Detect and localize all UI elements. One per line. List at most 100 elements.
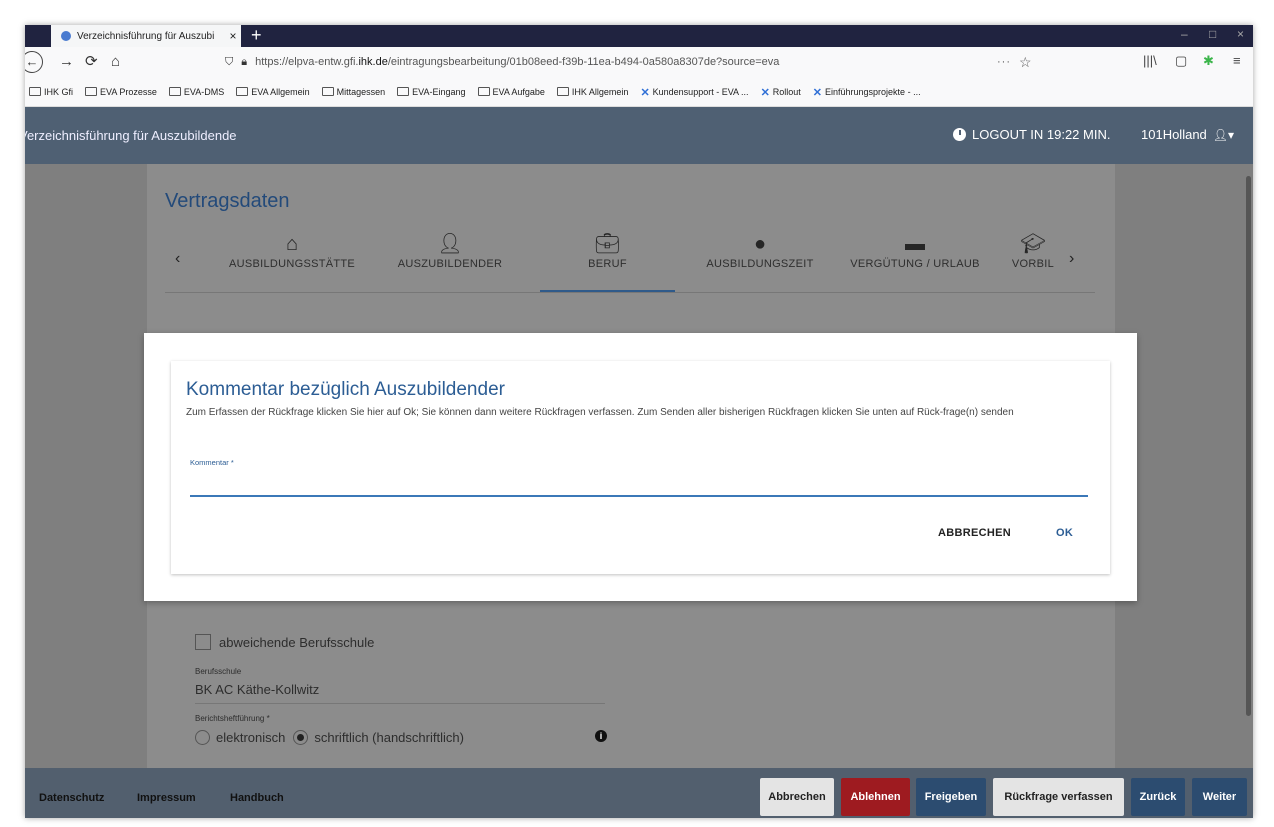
radio-schriftlich[interactable] [293, 730, 309, 745]
comment-dialog: Kommentar bezüglich Auszubildender Zum E… [144, 333, 1137, 601]
dialog-cancel-button[interactable]: ABBRECHEN [938, 527, 1011, 539]
step-vorbildung[interactable]: 🎓︎ VORBIL [1003, 230, 1063, 270]
abweichende-berufsschule-checkbox[interactable]: abweichende Berufsschule [195, 634, 374, 650]
freigeben-button[interactable]: Freigeben [916, 778, 986, 816]
step-ausbildungszeit[interactable]: ● AUSBILDUNGSZEIT [685, 230, 835, 270]
berufsschule-label: Berufsschule [195, 667, 242, 676]
x-logo-icon: ✕ [760, 86, 770, 99]
x-logo-icon: ✕ [812, 86, 823, 99]
bookmark-item[interactable]: EVA-DMS [168, 86, 224, 97]
bookmark-item[interactable]: EVA Aufgabe [477, 86, 545, 97]
forward-arrow-icon[interactable]: → [59, 53, 74, 71]
person-icon: 👤︎ [437, 233, 463, 255]
tab-bar: Verzeichnisführung für Auszubi × + – □ × [25, 25, 1253, 47]
home-icon[interactable]: ⌂ [111, 53, 120, 71]
username: 101Holland [1141, 127, 1207, 142]
bookmark-item[interactable]: IHK Gfi [29, 86, 73, 97]
url-text: https://elpva-entw.gfi.ihk.de/eintragung… [255, 56, 780, 68]
logout-text: LOGOUT IN 19:22 MIN. [972, 127, 1111, 142]
menu-icon[interactable]: ≡ [1233, 53, 1241, 68]
folder-icon [477, 86, 490, 96]
step-ausbildungsstaette[interactable]: ⌂ AUSBILDUNGSSTÄTTE [217, 230, 367, 270]
url-bar[interactable]: ⛉ 🔒︎ https://elpva-entw.gfi.ihk.de/eintr… [225, 51, 1032, 73]
dialog-title: Kommentar bezüglich Auszubildender [186, 379, 505, 400]
bookmark-item[interactable]: Mittagessen [321, 86, 385, 97]
page-actions-icon[interactable]: ··· [997, 56, 1011, 68]
back-arrow-icon[interactable]: ← [25, 51, 43, 73]
bookmark-item[interactable]: ✕ Einführungsprojekte - ... [813, 86, 921, 99]
bookmark-item[interactable]: ✕ Kundensupport - EVA ... [640, 86, 748, 99]
handbuch-link[interactable]: Handbuch [230, 792, 284, 804]
close-window-button[interactable]: × [1237, 27, 1244, 41]
favicon-icon [61, 31, 71, 41]
dialog-ok-button[interactable]: OK [1056, 527, 1073, 539]
scrollbar[interactable] [1246, 176, 1251, 716]
shield-icon: ⛉ [225, 55, 234, 68]
kommentar-label: Kommentar * [190, 458, 234, 467]
navigation-bar: ← → ⟳ ⌂ ⛉ 🔒︎ https://elpva-entw.gfi.ihk.… [25, 47, 1253, 78]
dialog-card: Kommentar bezüglich Auszubildender Zum E… [171, 361, 1110, 574]
step-verguetung-urlaub[interactable]: ▬ VERGÜTUNG / URLAUB [835, 230, 995, 270]
clock-icon: ● [753, 233, 767, 255]
lock-icon: 🔒︎ [241, 55, 248, 68]
page-title: Vertragsdaten [165, 190, 290, 212]
dialog-description: Zum Erfassen der Rückfrage klicken Sie h… [186, 407, 1014, 418]
home-icon: ⌂ [285, 233, 299, 255]
new-tab-button[interactable]: + [251, 25, 262, 45]
browser-window: Verzeichnisführung für Auszubi × + – □ ×… [25, 25, 1253, 818]
berufsschule-value: BK AC Käthe-Kollwitz [195, 682, 320, 697]
field-divider [195, 703, 605, 704]
folder-icon [556, 86, 569, 96]
tab-close-icon[interactable]: × [225, 29, 241, 43]
berichtsheft-label: Berichtsheftführung * [195, 714, 270, 723]
stepper: ‹ ⌂ AUSBILDUNGSSTÄTTE 👤︎ AUSZUBILDENDER … [165, 226, 1095, 293]
app-header: Verzeichnisführung für Auszubildende LOG… [25, 107, 1253, 164]
minimize-button[interactable]: – [1181, 27, 1188, 41]
bookmark-item[interactable]: EVA Prozesse [85, 86, 157, 97]
folder-icon [321, 86, 334, 96]
clock-icon [953, 128, 966, 141]
sidebar-icon[interactable]: ▢ [1175, 53, 1187, 69]
user-dropdown-icon: 👤︎▾ [1212, 127, 1235, 142]
chevron-left-icon[interactable]: ‹ [175, 250, 180, 268]
folder-icon [85, 86, 98, 96]
rueckfrage-verfassen-button[interactable]: Rückfrage verfassen [993, 778, 1124, 816]
footer: Datenschutz Impressum Handbuch Abbrechen… [25, 768, 1253, 818]
step-beruf[interactable]: 💼︎ BERUF [540, 230, 675, 270]
step-auszubildender[interactable]: 👤︎ AUSZUBILDENDER [375, 230, 525, 270]
ablehnen-button[interactable]: Ablehnen [841, 778, 910, 816]
user-menu[interactable]: 101Holland 👤︎▾ [1141, 127, 1234, 142]
radio-elektronisch[interactable] [195, 730, 210, 745]
bookmarks-bar: IHK Gfi EVA Prozesse EVA-DMS EVA Allgemein M… [25, 78, 1253, 107]
weiter-button[interactable]: Weiter [1192, 778, 1247, 816]
info-icon[interactable]: i [595, 730, 607, 742]
graduation-cap-icon: 🎓︎ [1020, 233, 1046, 255]
library-icon[interactable]: |||\ [1143, 53, 1157, 68]
bookmark-item[interactable]: EVA-Eingang [397, 86, 466, 97]
browser-tab[interactable]: Verzeichnisführung für Auszubi × [51, 25, 241, 47]
extension-icon[interactable]: ✱ [1203, 53, 1214, 69]
impressum-link[interactable]: Impressum [137, 792, 196, 804]
checkbox-box[interactable] [195, 634, 211, 650]
folder-icon [29, 86, 41, 96]
x-logo-icon: ✕ [640, 86, 650, 99]
reload-icon[interactable]: ⟳ [85, 53, 98, 71]
bookmark-star-icon[interactable]: ☆ [1019, 54, 1032, 71]
kommentar-input[interactable] [190, 473, 1088, 497]
abbrechen-button[interactable]: Abbrechen [760, 778, 834, 816]
bookmark-item[interactable]: IHK Allgemein [556, 86, 628, 97]
active-step-indicator [540, 290, 675, 292]
card-icon: ▬ [905, 233, 925, 255]
bookmark-item[interactable]: EVA Allgemein [236, 86, 310, 97]
bookmark-item[interactable]: ✕ Rollout [761, 86, 801, 99]
maximize-button[interactable]: □ [1209, 27, 1216, 41]
zurueck-button[interactable]: Zurück [1131, 778, 1185, 816]
folder-icon [236, 86, 249, 96]
folder-icon [397, 86, 410, 96]
datenschutz-link[interactable]: Datenschutz [39, 792, 104, 804]
chevron-right-icon[interactable]: › [1069, 250, 1074, 268]
folder-icon [168, 86, 181, 96]
berichtsheft-radio-group: elektronisch schriftlich (handschriftlic… [195, 730, 464, 745]
logout-timer[interactable]: LOGOUT IN 19:22 MIN. [953, 127, 1110, 142]
app-title: Verzeichnisführung für Auszubildende [25, 128, 237, 143]
